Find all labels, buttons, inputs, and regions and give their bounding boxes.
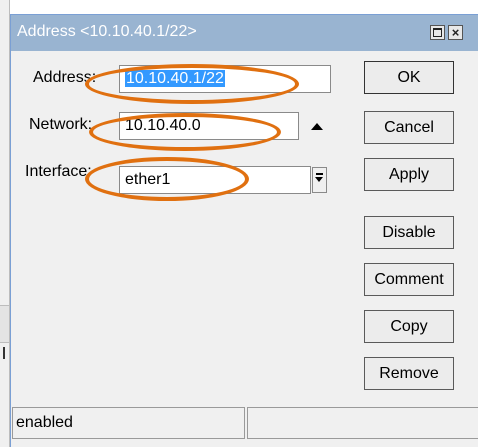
dropdown-arrow-icon[interactable] [312, 167, 327, 193]
network-input[interactable]: 10.10.40.0 [119, 112, 299, 140]
background-cursor-icon [3, 347, 5, 359]
interface-value: ether1 [125, 171, 171, 188]
maximize-icon[interactable] [430, 25, 445, 40]
network-value: 10.10.40.0 [125, 117, 201, 134]
cancel-button[interactable]: Cancel [364, 111, 454, 144]
interface-label: Interface: [25, 163, 92, 180]
network-label: Network: [29, 116, 93, 133]
interface-select[interactable]: ether1 [119, 166, 311, 194]
status-secondary [247, 407, 478, 439]
ok-button[interactable]: OK [364, 61, 454, 94]
background-list-row [0, 305, 9, 343]
address-input[interactable]: 10.10.40.1/22 [119, 65, 331, 93]
dropdown-triangle-glyph [315, 177, 323, 182]
comment-button[interactable]: Comment [364, 263, 454, 296]
title-bar[interactable]: Address <10.10.40.1/22> × [11, 15, 478, 51]
background-window-edge [0, 0, 10, 447]
address-dialog: Address <10.10.40.1/22> × Address: 10.10… [10, 14, 478, 447]
copy-button[interactable]: Copy [364, 310, 454, 343]
screen: Address <10.10.40.1/22> × Address: 10.10… [0, 0, 478, 447]
status-text: enabled [12, 407, 245, 439]
triangle-up-icon[interactable] [311, 123, 323, 130]
disable-button[interactable]: Disable [364, 216, 454, 249]
remove-button[interactable]: Remove [364, 357, 454, 390]
address-label: Address: [33, 69, 97, 86]
dropdown-bar-glyph [316, 173, 323, 175]
apply-button[interactable]: Apply [364, 158, 454, 191]
window-title: Address <10.10.40.1/22> [17, 23, 197, 40]
close-icon[interactable]: × [448, 25, 463, 40]
address-value: 10.10.40.1/22 [125, 70, 225, 87]
